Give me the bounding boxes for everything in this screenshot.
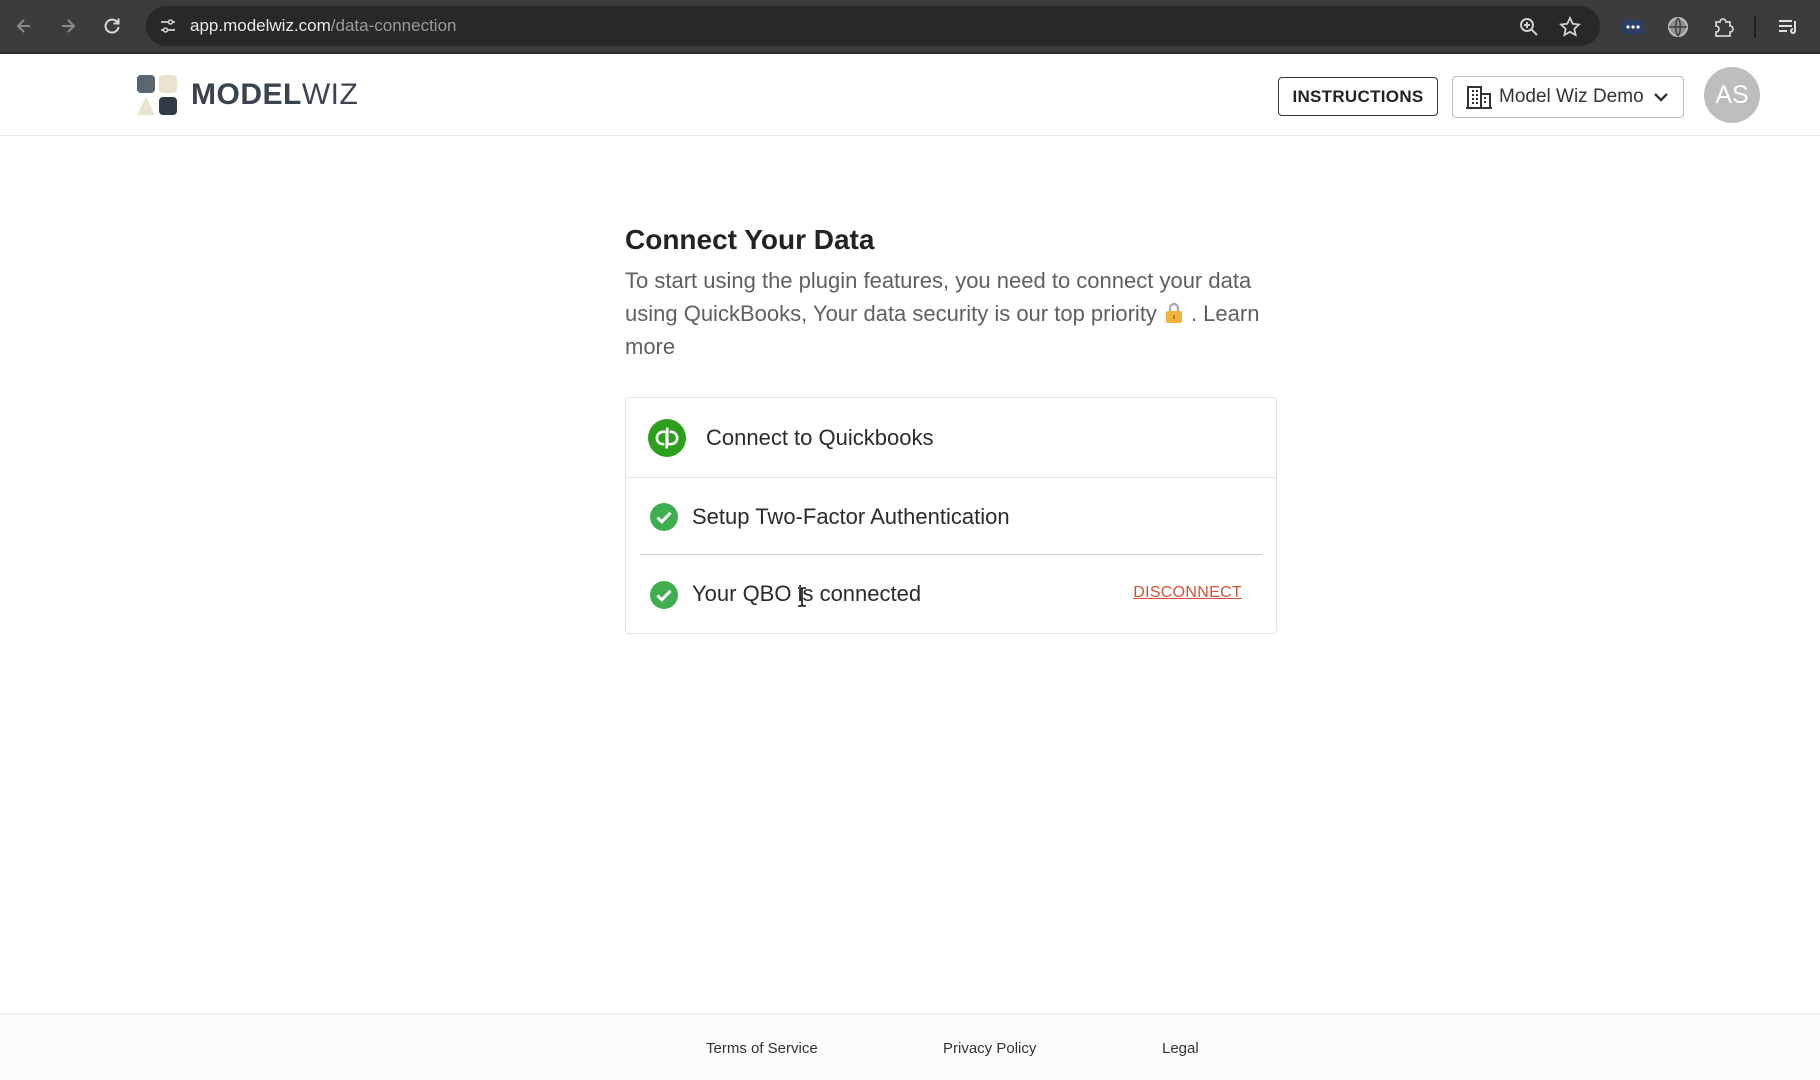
- arrow-right-icon: [62, 19, 76, 33]
- reload-button[interactable]: [96, 10, 128, 42]
- app-header: MODELWIZ INSTRUCTIONS Model Wiz Demo AS: [0, 54, 1820, 136]
- company-name: Model Wiz Demo: [1499, 86, 1644, 107]
- reading-list-icon[interactable]: [1776, 14, 1802, 40]
- privacy-policy-link[interactable]: Privacy Policy: [943, 1040, 1036, 1057]
- user-avatar[interactable]: AS: [1704, 67, 1760, 123]
- terms-of-service-link[interactable]: Terms of Service: [706, 1040, 818, 1057]
- description-text: To start using the plugin features, you …: [625, 268, 1252, 326]
- page-description: To start using the plugin features, you …: [625, 264, 1285, 363]
- check-circle-icon: [650, 581, 678, 609]
- quickbooks-logo-icon: [648, 419, 686, 457]
- text-cursor-icon: [798, 587, 806, 607]
- address-bar[interactable]: app.modelwiz.com/data-connection: [146, 6, 1600, 46]
- step-label: Setup Two-Factor Authentication: [692, 504, 1010, 529]
- connection-steps-card: Connect to Quickbooks Setup Two-Factor A…: [625, 397, 1277, 634]
- url-text[interactable]: app.modelwiz.com/data-connection: [190, 16, 456, 36]
- extension-menu-icon[interactable]: [1620, 14, 1646, 40]
- toolbar-divider: [1754, 16, 1756, 38]
- brand-light: WIZ: [301, 78, 359, 111]
- site-settings-icon[interactable]: [158, 16, 178, 36]
- url-host: app.modelwiz.com: [190, 16, 331, 35]
- zoom-icon[interactable]: [1518, 16, 1540, 38]
- back-button[interactable]: [8, 10, 40, 42]
- brand-bold: MODEL: [191, 78, 302, 111]
- browser-toolbar: app.modelwiz.com/data-connection: [0, 0, 1820, 54]
- modelwiz-logo-icon[interactable]: [136, 74, 178, 116]
- legal-link[interactable]: Legal: [1162, 1040, 1199, 1057]
- instructions-button[interactable]: INSTRUCTIONS: [1278, 77, 1438, 116]
- url-path: /data-connection: [330, 16, 457, 35]
- step-qbo-connected: Your QBO is connected DISCONNECT: [640, 555, 1262, 633]
- step-two-factor: Setup Two-Factor Authentication: [640, 478, 1262, 555]
- building-icon: [1466, 86, 1492, 109]
- extensions-puzzle-icon[interactable]: [1711, 14, 1737, 40]
- step-connect-quickbooks[interactable]: Connect to Quickbooks: [626, 398, 1276, 478]
- globe-icon[interactable]: [1665, 14, 1691, 40]
- forward-button[interactable]: [52, 10, 84, 42]
- check-circle-icon: [650, 503, 678, 531]
- brand-name[interactable]: MODELWIZ: [191, 78, 358, 112]
- disconnect-button[interactable]: DISCONNECT: [1133, 584, 1242, 602]
- company-selector[interactable]: Model Wiz Demo: [1452, 76, 1684, 118]
- step-label: Connect to Quickbooks: [706, 425, 934, 450]
- page-title: Connect Your Data: [625, 224, 875, 255]
- lock-icon: [1165, 302, 1182, 323]
- chevron-down-icon: [1653, 93, 1668, 102]
- reload-icon: [104, 18, 120, 34]
- arrow-left-icon: [16, 19, 30, 33]
- bookmark-star-icon[interactable]: [1559, 16, 1581, 38]
- footer: Terms of Service Privacy Policy Legal: [0, 1013, 1820, 1080]
